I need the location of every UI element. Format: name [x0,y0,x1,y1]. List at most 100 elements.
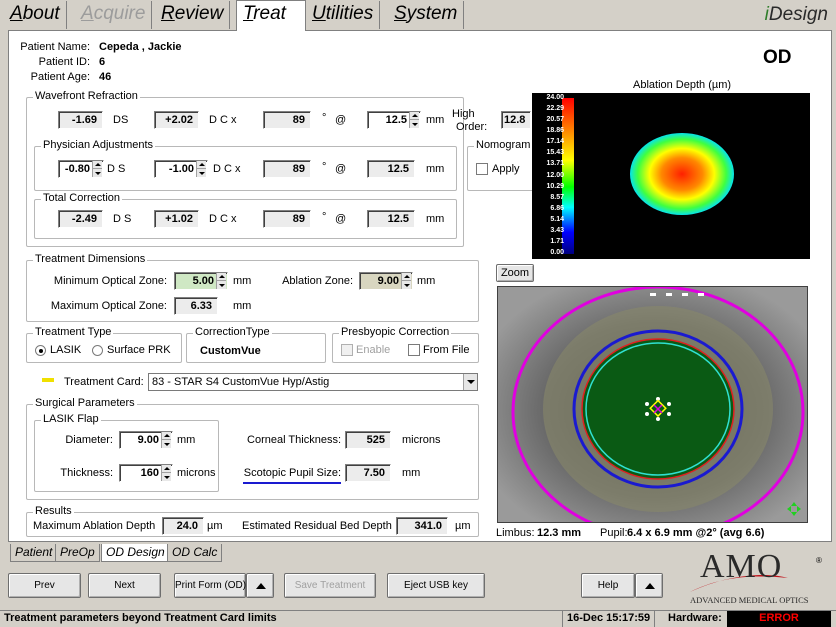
group-title: Wavefront Refraction [33,90,140,102]
subtab-od-calc[interactable]: OD Calc [167,544,223,562]
group-title: Nomogram [474,139,533,151]
ablation-zone-label: Ablation Zone: [282,275,353,287]
treat-panel: Patient Name: Cepeda , Jackie Patient ID… [8,30,832,542]
mm-unit: mm [417,275,436,287]
patient-name-label: Patient Name: [20,41,90,53]
tab-label: A [81,3,94,24]
scale-label: 5.14 [550,215,564,223]
ablation-zone-spinner[interactable] [401,273,411,289]
group-title: Presbyopic Correction [339,326,452,338]
scale-label: 6.86 [550,204,564,212]
high-order-field: 12.8 [501,111,531,129]
treatment-card-select[interactable]: 83 - STAR S4 CustomVue Hyp/Astig [148,373,478,391]
scale-label: 20.57 [546,116,564,124]
arrow-indicator-icon [42,378,54,382]
scale-label: 3.43 [550,226,564,234]
presbyopic-enable-checkbox [341,344,353,356]
nomogram-apply-checkbox[interactable] [476,163,488,175]
tab-system[interactable]: System [388,1,465,29]
group-title: Total Correction [41,192,123,204]
um-unit: µm [207,520,223,532]
scale-label: 15.43 [546,149,564,157]
scale-label: 24.00 [546,94,564,101]
physician-sphere-spinner[interactable] [92,161,102,177]
ablation-map-title: Ablation Depth (µm) [633,79,732,91]
next-button[interactable]: Next [88,573,161,598]
scale-label: 22.29 [546,105,564,113]
max-oz-label: Maximum Optical Zone: [50,300,167,312]
presbyopic-from-file-checkbox[interactable] [408,344,420,356]
scale-label: 13.71 [546,160,564,168]
wavefront-vd-spinner[interactable] [409,112,419,128]
tab-review[interactable]: Review [155,1,231,29]
mm-unit: mm [177,434,196,446]
tab-utilities[interactable]: Utilities [306,1,381,29]
logo-text: Design [768,4,828,25]
flap-thickness-spinner[interactable] [161,465,171,481]
patient-id-label: Patient ID: [38,56,90,68]
prev-button[interactable]: Prev [8,573,81,598]
print-form-button[interactable]: Print Form (OD) [174,573,246,598]
subtab-preop[interactable]: PreOp [55,544,100,562]
scale-label: 1.71 [550,237,564,245]
save-treatment-button: Save Treatment [284,573,376,598]
group-title: Treatment Type [33,326,114,338]
scale-label: 10.29 [546,182,564,190]
tab-label: T [243,3,254,24]
group-title: CorrectionType [193,326,272,338]
eye-image [497,286,808,523]
treatment-dimensions-group: Treatment Dimensions [26,253,479,322]
presbyopic-from-file-label: From File [423,344,470,356]
subtab-od-design[interactable]: OD Design [101,544,170,562]
surface-prk-label: Surface PRK [107,344,171,356]
chevron-down-icon[interactable] [463,374,477,390]
scale-label: 0.00 [550,249,564,256]
tab-label: reat [253,3,286,24]
dcx-unit: D C x [209,114,237,126]
at-symbol: @ [335,163,347,175]
mm-unit: mm [426,163,445,175]
residual-bed-label: Estimated Residual Bed Depth [242,520,392,532]
tab-treat[interactable]: Treat [236,0,306,31]
scotopic-pupil-indicator [243,482,341,484]
eye-indicator: OD [763,47,792,68]
chevron-up-icon [645,583,655,589]
thickness-label: Thickness: [60,467,113,479]
pupil-label: Pupil: [600,527,628,539]
mm-unit: mm [402,467,421,479]
um-unit: µm [455,520,471,532]
total-sphere-field: -2.49 [58,210,103,228]
help-button[interactable]: Help [581,573,635,598]
corneal-thickness-field: 525 [345,431,391,449]
zoom-button[interactable]: Zoom [496,264,534,282]
patient-age: 46 [99,71,112,83]
mm-unit: mm [233,300,252,312]
color-scale-labels: 24.00 22.29 20.57 18.86 17.14 15.43 13.71 12.00… [534,94,564,257]
tab-label: bout [22,3,60,24]
microns-unit: microns [177,467,216,479]
min-optical-zone-spinner[interactable] [216,273,226,289]
lasik-label: LASIK [50,344,82,356]
residual-bed-field: 341.0 [396,517,448,535]
eject-usb-button[interactable]: Eject USB key [387,573,485,598]
high-order-label: High [452,108,475,120]
surface-prk-radio[interactable] [92,345,103,356]
print-options-button[interactable] [246,573,274,598]
tab-label: tilities [325,3,374,24]
eye-image-svg [498,287,807,522]
physician-cyl-spinner[interactable] [196,161,206,177]
tab-about[interactable]: About [4,1,67,29]
dcx-unit: D C x [213,163,241,175]
flap-diameter-spinner[interactable] [161,432,171,448]
limbus-label: Limbus: [496,527,535,539]
patient-id: 6 [99,56,106,68]
help-options-button[interactable] [635,573,663,598]
ablation-profile [630,133,734,215]
min-oz-label: Minimum Optical Zone: [53,275,167,287]
scotopic-pupil-label: Scotopic Pupil Size: [243,467,341,479]
ablation-depth-map: 24.00 22.29 20.57 18.86 17.14 15.43 13.71 12.00… [532,93,810,259]
lasik-radio[interactable] [35,345,46,356]
subtab-patient[interactable]: Patient [10,544,58,562]
tab-label: cquire [93,3,146,24]
status-datetime: 16-Dec 15:17:59 [562,611,656,627]
